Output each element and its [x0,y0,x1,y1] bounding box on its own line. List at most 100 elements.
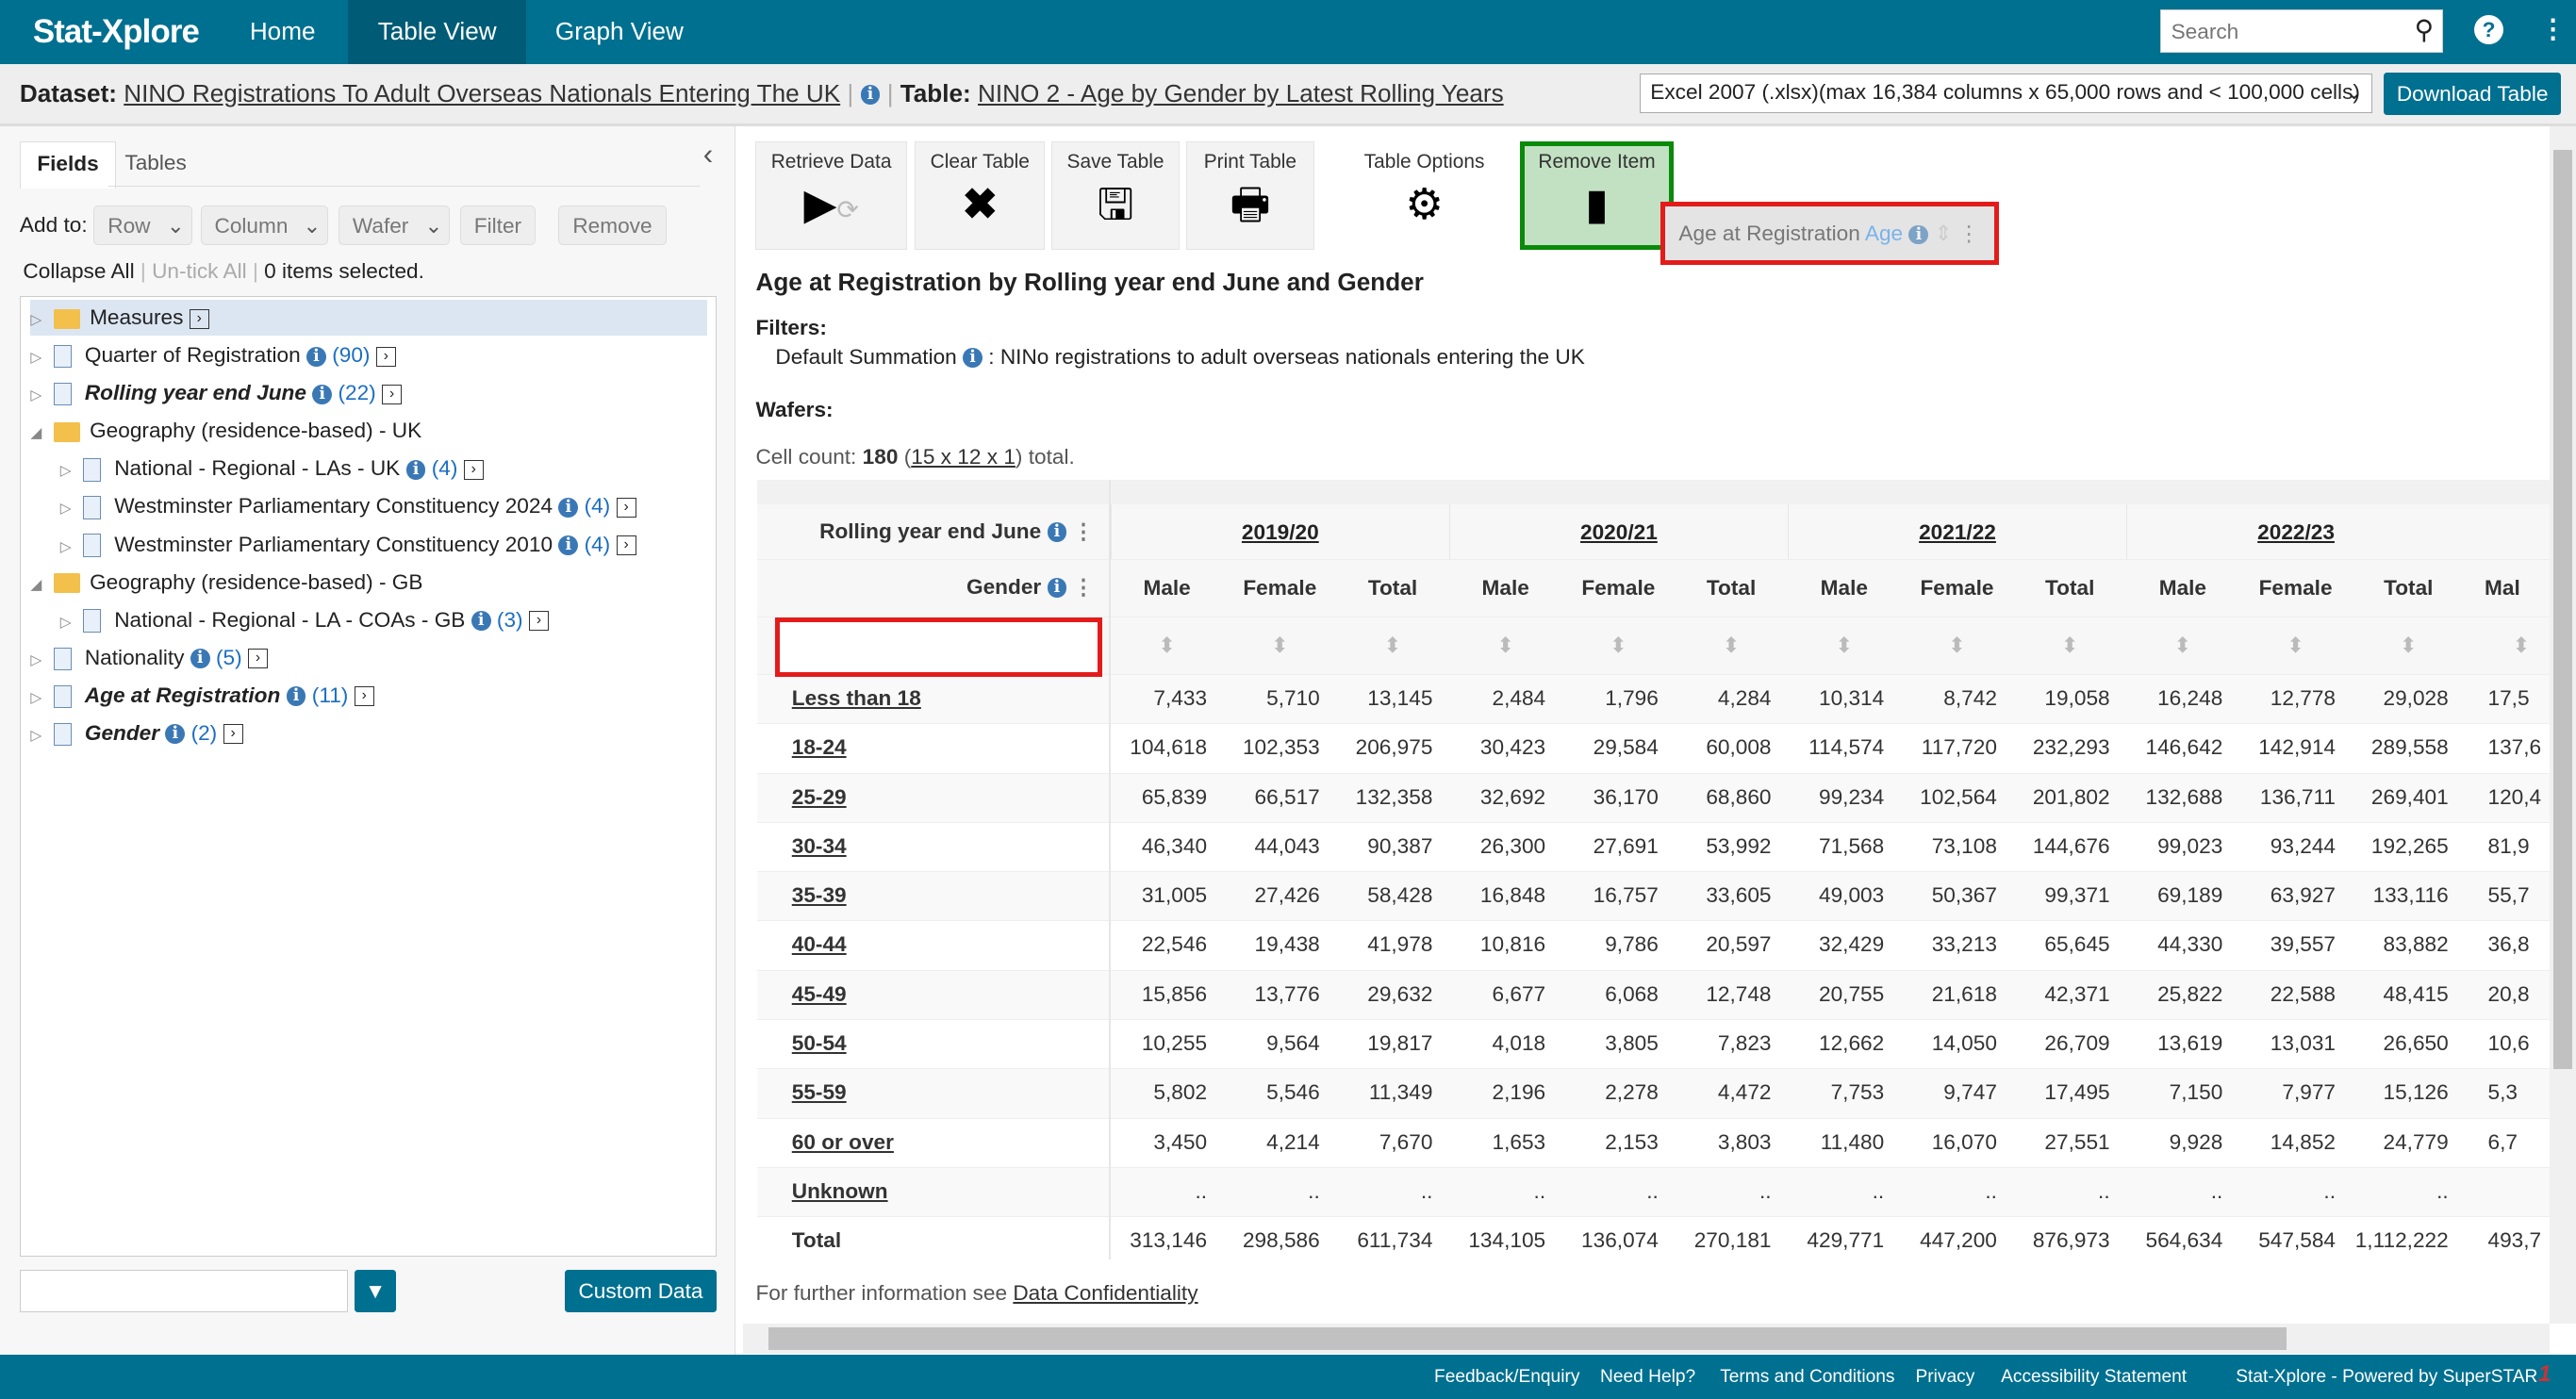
column-dimension-header[interactable]: Gender i ⋮ [757,575,1094,600]
sort-icon[interactable]: ⬍ [1336,617,1449,674]
expand-arrow-icon[interactable]: ▷ [30,340,53,376]
row-label[interactable]: 40-44 [757,921,1109,969]
collapse-panel-icon[interactable]: ‹ [703,138,713,172]
gender-header[interactable]: Total [2013,560,2126,617]
vertical-scrollbar[interactable] [2550,126,2576,1325]
row-label[interactable]: 55-59 [757,1069,1109,1117]
tree-item[interactable]: ▷ Westminster Parliamentary Constituency … [60,488,636,524]
cell-dims-link[interactable]: 15 x 12 x 1 [911,445,1016,469]
year-header[interactable]: 2021/22 [1787,503,2126,560]
info-icon[interactable]: i [471,611,491,632]
expand-arrow-icon[interactable]: ▷ [60,530,83,566]
info-icon[interactable]: i [860,85,881,106]
remove-button[interactable]: Remove [558,205,667,245]
gender-header[interactable]: Female [1901,560,2014,617]
nav-table-view[interactable]: Table View [348,0,526,64]
expand-arrow-icon[interactable]: ▷ [30,303,53,338]
info-icon[interactable]: i [306,346,326,367]
tree-item[interactable]: ◢ Geography (residence-based) - GB [30,565,422,601]
gender-header[interactable]: Male [1449,560,1562,617]
clear-table-button[interactable]: Clear Table ✖ [915,140,1046,250]
help-icon[interactable]: ? [2473,14,2504,45]
add-arrow-icon[interactable]: › [382,384,403,404]
row-label[interactable]: 60 or over [757,1119,1109,1167]
gender-header[interactable]: Female [1223,560,1336,617]
sort-icon[interactable]: ⬍ [2352,617,2465,674]
logo[interactable]: Stat-Xplore [33,13,200,51]
collapse-all-link[interactable]: Collapse All [23,259,134,283]
row-label[interactable]: 45-49 [757,971,1109,1019]
row-label[interactable]: 18-24 [757,724,1109,772]
info-icon[interactable]: i [558,498,579,518]
row-dimension-header[interactable]: Rolling year end June i ⋮ [757,519,1094,544]
expand-arrow-icon[interactable]: ▷ [60,453,83,489]
info-icon[interactable]: i [190,649,210,669]
info-icon[interactable]: i [1047,522,1067,543]
footer-link[interactable]: Feedback/Enquiry [1434,1367,1579,1388]
retrieve-data-button[interactable]: Retrieve Data ▶⟳ [755,140,907,250]
gender-header[interactable]: Male [2126,560,2239,617]
add-arrow-icon[interactable]: › [223,724,243,745]
tree-item[interactable]: ▷ National - Regional - LA - COAs - GB i … [60,602,550,641]
expand-arrow-icon[interactable]: ▷ [60,605,83,641]
filter-icon[interactable]: ▼ [355,1269,396,1313]
dragged-field-item[interactable]: Age at Registration Age i ⇕ ⋮ [1660,202,2000,265]
row-label[interactable]: 25-29 [757,774,1109,822]
gender-header[interactable]: Mal [2465,560,2550,617]
tree-item[interactable]: ▷ Quarter of Registration i (90) › [30,337,396,373]
filter-button[interactable]: Filter [459,205,536,245]
sort-icon[interactable]: ⬍ [1675,617,1788,674]
untick-all-link[interactable]: Un-tick All [152,259,247,283]
sort-icon[interactable]: ⬍ [1562,617,1676,674]
scrollbar-thumb[interactable] [768,1326,2287,1351]
sort-icon[interactable]: ⬍ [2013,617,2126,674]
tree-item[interactable]: ▷ Rolling year end June i (22) › [30,375,403,411]
table-options-button[interactable]: Table Options ⚙ [1346,140,1502,250]
search-icon[interactable]: ⚲ [2415,14,2434,45]
format-select[interactable]: Excel 2007 (.xlsx)(max 16,384 columns x … [1639,74,2372,114]
add-arrow-icon[interactable]: › [616,535,636,556]
download-table-button[interactable]: Download Table [2384,72,2562,115]
sort-icon[interactable]: ⬍ [1111,617,1224,674]
tree-item[interactable]: ▷ Nationality i (5) › [30,640,269,679]
year-header[interactable]: 2022/23 [2126,503,2465,560]
scrollbar-thumb[interactable] [2552,149,2573,1070]
data-confidentiality-link[interactable]: Data Confidentiality [1013,1281,1197,1305]
save-table-button[interactable]: Save Table 🖫 [1051,140,1180,250]
table-link[interactable]: NINO 2 - Age by Gender by Latest Rolling… [978,79,1504,107]
expand-arrow-icon[interactable]: ◢ [30,568,53,603]
info-icon[interactable]: i [312,384,333,404]
custom-data-button[interactable]: Custom Data [565,1269,717,1313]
tree-item[interactable]: ▷ Age at Registration i (11) › [30,678,374,714]
gender-header[interactable]: Female [2239,560,2353,617]
footer-link[interactable]: Privacy [1916,1367,1975,1388]
sort-icon[interactable]: ⬍ [2126,617,2239,674]
tree-item[interactable]: ▷ National - Regional - LAs - UK i (4) › [60,451,484,486]
gender-header[interactable]: Total [2352,560,2465,617]
gender-header[interactable]: Total [1336,560,1449,617]
add-arrow-icon[interactable]: › [189,308,209,329]
sort-icon[interactable]: ⬍ [2465,617,2550,674]
footer-link[interactable]: Accessibility Statement [2001,1367,2187,1388]
add-arrow-icon[interactable]: › [354,686,374,707]
year-header[interactable]: 2020/21 [1448,503,1788,560]
row-label[interactable]: Less than 18 [757,675,1109,723]
expand-arrow-icon[interactable]: ▷ [60,491,83,527]
nav-graph-view[interactable]: Graph View [526,0,714,64]
row-label[interactable]: 50-54 [757,1020,1109,1068]
print-table-button[interactable]: Print Table 🖶 [1185,140,1314,250]
add-row-button[interactable]: Row ⌄ [93,205,192,245]
gender-header[interactable]: Male [1111,560,1224,617]
expand-arrow-icon[interactable]: ▷ [30,643,53,679]
tree-item[interactable]: ▷ Measures › [30,300,708,338]
expand-arrow-icon[interactable]: ◢ [30,416,53,452]
footer-link[interactable]: Need Help? [1600,1367,1695,1388]
sort-icon[interactable]: ⬍ [1788,617,1901,674]
info-icon[interactable]: i [1047,578,1067,599]
field-search-input[interactable] [19,1269,349,1313]
info-icon[interactable]: i [286,686,306,707]
info-icon[interactable]: i [165,724,186,745]
tree-item[interactable]: ▷ Westminster Parliamentary Constituency … [60,527,636,563]
info-icon[interactable]: i [405,459,426,480]
tree-item[interactable]: ▷ Gender i (2) › [30,716,243,751]
